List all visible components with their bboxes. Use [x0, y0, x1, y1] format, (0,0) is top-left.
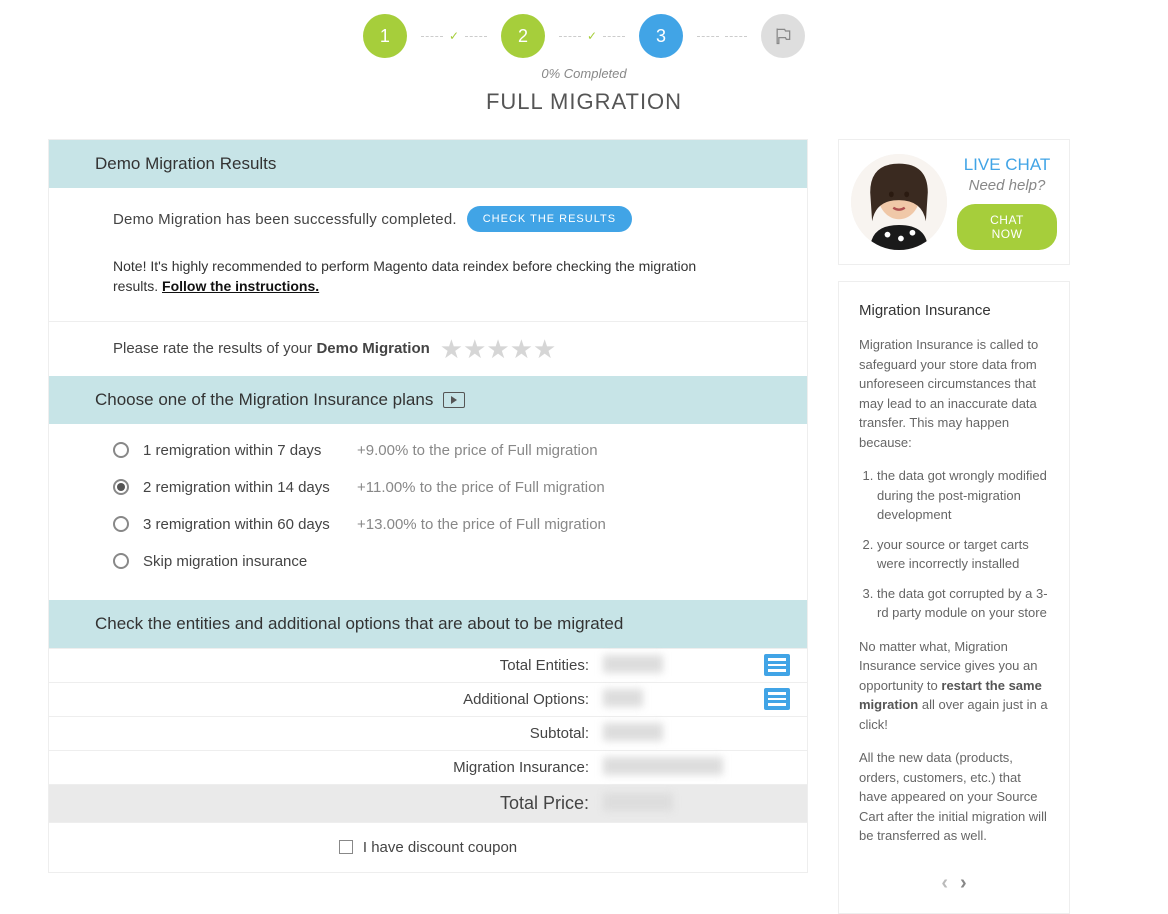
- info-p2: No matter what, Migration Insurance serv…: [859, 637, 1049, 735]
- expand-icon[interactable]: [764, 654, 790, 676]
- plan-radio[interactable]: [113, 479, 129, 495]
- insurance-plan-row[interactable]: 2 remigration within 14 days +11.00% to t…: [113, 469, 743, 506]
- info-p3: All the new data (products, orders, cust…: [859, 748, 1049, 846]
- check-icon: ✓: [587, 29, 597, 43]
- avatar: [851, 154, 947, 250]
- entity-row: Total Entities:: [49, 649, 807, 683]
- entity-row: Subtotal:: [49, 717, 807, 751]
- step-status: 0% Completed: [0, 66, 1168, 89]
- expand-icon[interactable]: [764, 688, 790, 710]
- plan-radio[interactable]: [113, 516, 129, 532]
- insurance-plan-row[interactable]: 1 remigration within 7 days +9.00% to the…: [113, 432, 743, 469]
- flag-icon: [773, 26, 793, 46]
- entities-header: Check the entities and additional option…: [49, 600, 807, 648]
- check-results-button[interactable]: CHECK THE RESULTS: [467, 206, 632, 232]
- info-list-item: the data got wrongly modified during the…: [877, 466, 1049, 525]
- carousel-prev[interactable]: ‹: [941, 872, 948, 895]
- plan-label: 1 remigration within 7 days: [143, 442, 343, 459]
- coupon-checkbox[interactable]: [339, 840, 353, 854]
- insurance-plan-row[interactable]: Skip migration insurance: [113, 543, 743, 580]
- entity-label: Migration Insurance:: [49, 751, 599, 784]
- step-connector: ✓: [421, 29, 487, 43]
- chat-now-button[interactable]: CHAT NOW: [957, 204, 1057, 250]
- carousel-next[interactable]: ›: [960, 872, 967, 895]
- entities-table: Total Entities:Additional Options:Subtot…: [49, 648, 807, 823]
- plan-price: +9.00% to the price of Full migration: [357, 442, 598, 459]
- carousel-arrows: ‹ ›: [859, 872, 1049, 895]
- star-5[interactable]: ★: [533, 336, 556, 362]
- plan-radio[interactable]: [113, 553, 129, 569]
- insurance-plans: 1 remigration within 7 days +9.00% to the…: [49, 424, 807, 600]
- plan-radio[interactable]: [113, 442, 129, 458]
- rating-section: Please rate the results of your Demo Mig…: [49, 321, 807, 376]
- star-4[interactable]: ★: [510, 336, 533, 362]
- star-3[interactable]: ★: [486, 336, 509, 362]
- entity-label: Subtotal:: [49, 717, 599, 750]
- demo-success-text: Demo Migration has been successfully com…: [113, 211, 457, 228]
- step-connector: [697, 36, 747, 37]
- plan-label: Skip migration insurance: [143, 553, 343, 570]
- page-title: FULL MIGRATION: [0, 89, 1168, 127]
- entity-row: Migration Insurance:: [49, 751, 807, 785]
- progress-stepper: 1 ✓ 2 ✓ 3: [0, 0, 1168, 66]
- check-icon: ✓: [449, 29, 459, 43]
- video-icon[interactable]: [443, 392, 465, 408]
- entity-value: [599, 649, 729, 682]
- follow-instructions-link[interactable]: Follow the instructions.: [162, 278, 319, 294]
- coupon-row: I have discount coupon: [49, 823, 807, 872]
- entity-value: [599, 751, 729, 784]
- entity-row: Total Price:: [49, 785, 807, 823]
- entity-label: Additional Options:: [49, 683, 599, 716]
- entity-row: Additional Options:: [49, 683, 807, 717]
- info-title: Migration Insurance: [859, 302, 1049, 319]
- live-chat-title: LIVE CHAT: [957, 155, 1057, 175]
- star-1[interactable]: ★: [440, 336, 463, 362]
- step-connector: ✓: [559, 29, 625, 43]
- coupon-label: I have discount coupon: [363, 839, 517, 856]
- step-1[interactable]: 1: [363, 14, 407, 58]
- entity-value: [599, 717, 729, 750]
- reindex-note: Note! It's highly recommended to perform…: [113, 256, 743, 297]
- main-panel: Demo Migration Results Demo Migration ha…: [48, 139, 808, 873]
- info-list: the data got wrongly modified during the…: [877, 466, 1049, 623]
- plan-label: 3 remigration within 60 days: [143, 516, 343, 533]
- plan-label: 2 remigration within 14 days: [143, 479, 343, 496]
- demo-results-header: Demo Migration Results: [49, 140, 807, 188]
- info-list-item: your source or target carts were incorre…: [877, 535, 1049, 574]
- step-flag: [761, 14, 805, 58]
- live-chat-subtitle: Need help?: [957, 177, 1057, 194]
- entity-value: [599, 787, 729, 820]
- rating-prompt: Please rate the results of your Demo Mig…: [113, 340, 430, 357]
- live-chat-card: LIVE CHAT Need help? CHAT NOW: [838, 139, 1070, 265]
- step-2[interactable]: 2: [501, 14, 545, 58]
- insurance-info-card: Migration Insurance Migration Insurance …: [838, 281, 1070, 914]
- star-2[interactable]: ★: [463, 336, 486, 362]
- entity-label: Total Price:: [49, 785, 599, 822]
- info-intro: Migration Insurance is called to safegua…: [859, 335, 1049, 452]
- info-list-item: the data got corrupted by a 3-rd party m…: [877, 584, 1049, 623]
- step-3-active[interactable]: 3: [639, 14, 683, 58]
- entity-label: Total Entities:: [49, 649, 599, 682]
- insurance-header: Choose one of the Migration Insurance pl…: [49, 376, 807, 424]
- plan-price: +11.00% to the price of Full migration: [357, 479, 605, 496]
- star-rating: ★ ★ ★ ★ ★: [440, 336, 557, 362]
- insurance-plan-row[interactable]: 3 remigration within 60 days +13.00% to t…: [113, 506, 743, 543]
- entity-value: [599, 683, 729, 716]
- plan-price: +13.00% to the price of Full migration: [357, 516, 606, 533]
